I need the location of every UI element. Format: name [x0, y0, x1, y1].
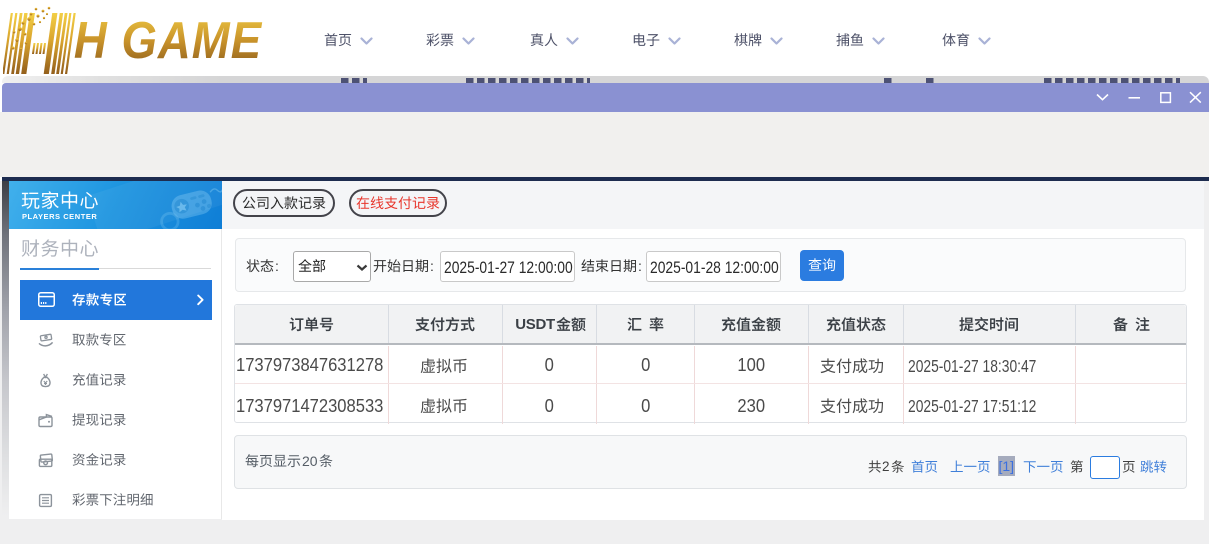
svg-text:H GAME: H GAME [74, 12, 263, 69]
